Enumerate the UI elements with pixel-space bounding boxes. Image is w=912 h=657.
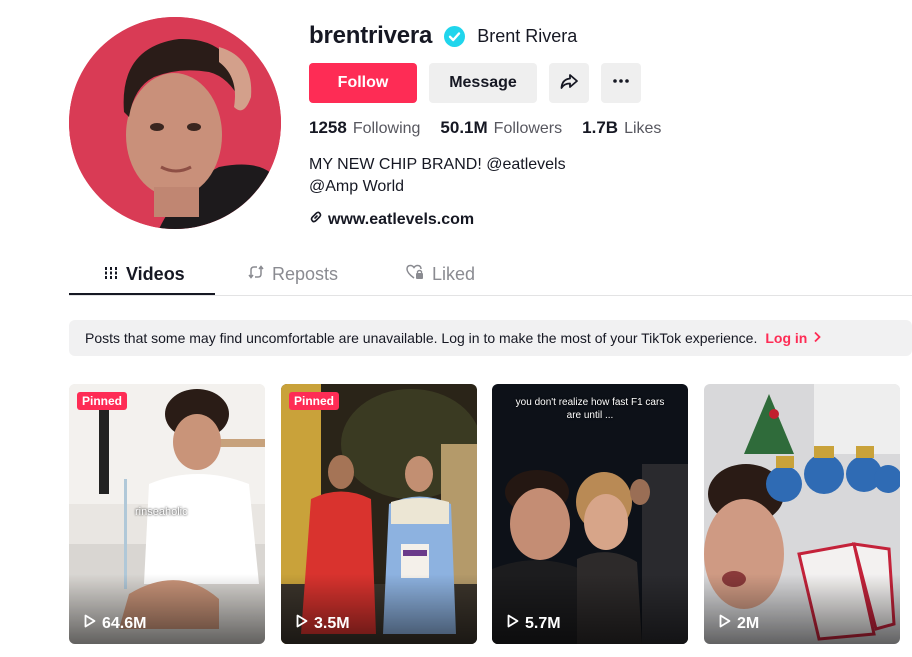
following-count: 1258 [309, 118, 347, 137]
profile-bio: MY NEW CHIP BRAND! @eatlevels @Amp World [309, 154, 899, 198]
following-label: Following [352, 120, 421, 137]
view-count: 64.6M [84, 614, 146, 633]
thumbnail-shade [492, 574, 688, 644]
view-count: 2M [719, 614, 759, 633]
more-icon [611, 71, 631, 96]
profile-stats: 1258 Following 50.1M Followers 1.7B Like… [309, 118, 899, 138]
pinned-badge: Pinned [77, 392, 128, 410]
view-count-value: 2M [737, 614, 760, 632]
view-count: 3.5M [296, 614, 350, 633]
video-caption: rinseaholic [135, 506, 188, 518]
stat-likes: 1.7B Likes [582, 118, 661, 138]
likes-label: Likes [624, 120, 662, 137]
play-icon [719, 614, 737, 633]
video-caption: you don't realize how fast F1 cars are u… [515, 397, 665, 421]
share-button[interactable] [549, 63, 589, 103]
video-card[interactable]: 2M [704, 384, 900, 644]
tab-label: Liked [432, 263, 476, 284]
username: brentrivera [309, 22, 433, 49]
follow-button[interactable]: Follow [309, 63, 417, 103]
thumbnail-shade [281, 574, 477, 644]
stat-following[interactable]: 1258 Following [309, 118, 420, 138]
followers-count: 50.1M [440, 118, 488, 137]
tab-videos[interactable]: Videos [104, 252, 185, 296]
action-buttons: Follow Message [309, 63, 899, 103]
stat-followers[interactable]: 50.1M Followers [440, 118, 562, 138]
chevron-right-icon [807, 330, 822, 346]
tab-reposts[interactable]: Reposts [248, 252, 338, 296]
bio-line: MY NEW CHIP BRAND! @eatlevels [309, 156, 566, 173]
tab-active-indicator [69, 293, 215, 295]
videos-icon [104, 264, 118, 285]
repost-icon [248, 264, 264, 285]
play-icon [84, 614, 102, 633]
play-icon [507, 614, 525, 633]
pinned-badge: Pinned [289, 392, 340, 410]
likes-count: 1.7B [582, 118, 619, 137]
more-button[interactable] [601, 63, 641, 103]
video-card[interactable]: Pinned 3.5M [281, 384, 477, 644]
login-label: Log in [765, 330, 808, 346]
profile-avatar [69, 17, 281, 229]
nickname: Brent Rivera [477, 25, 578, 46]
login-notice: Posts that some may find uncomfortable a… [69, 320, 912, 356]
thumbnail-shade [704, 574, 900, 644]
name-row: brentrivera Brent Rivera [309, 20, 899, 52]
tab-liked[interactable]: Liked [406, 252, 475, 296]
tab-label: Videos [126, 263, 185, 284]
tab-label: Reposts [272, 263, 339, 284]
share-icon [559, 71, 579, 96]
link-icon [309, 210, 328, 229]
view-count-value: 3.5M [314, 614, 350, 632]
verified-check-icon [444, 25, 466, 47]
video-card[interactable]: you don't realize how fast F1 cars are u… [492, 384, 688, 644]
profile-info: brentrivera Brent Rivera Follow Message [309, 20, 899, 229]
view-count-value: 64.6M [102, 614, 147, 632]
profile-tabs: Videos Reposts Liked [69, 252, 912, 296]
notice-text: Posts that some may find uncomfortable a… [85, 330, 758, 346]
thumbnail-shade [69, 574, 265, 644]
video-card[interactable]: Pinned rinseaholic 64.6M [69, 384, 265, 644]
link-text: www.eatlevels.com [328, 210, 475, 228]
followers-label: Followers [493, 120, 563, 137]
liked-lock-icon [406, 264, 424, 285]
view-count: 5.7M [507, 614, 561, 633]
view-count-value: 5.7M [525, 614, 561, 632]
message-button[interactable]: Message [429, 63, 537, 103]
profile-link[interactable]: www.eatlevels.com [309, 210, 899, 229]
play-icon [296, 614, 314, 633]
bio-line: @Amp World [309, 178, 405, 195]
login-link[interactable]: Log in [765, 330, 822, 346]
